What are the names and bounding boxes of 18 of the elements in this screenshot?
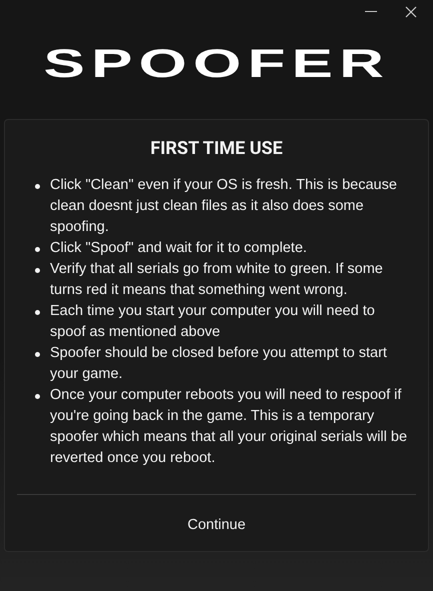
instruction-text: Once your computer reboots you will need to respoof if you're going back in the game. This is a temporary spoofer which means that all your original serials will be reverted once you reboot. <box>50 386 408 468</box>
close-icon <box>405 6 417 18</box>
bullet-icon <box>35 184 40 189</box>
bullet-icon <box>35 268 40 273</box>
close-button[interactable] <box>403 4 419 20</box>
instruction-text: Each time you start your computer you will need to spoof as mentioned above <box>50 302 376 342</box>
continue-button[interactable]: Continue <box>179 515 254 535</box>
bullet-icon <box>35 247 40 252</box>
minimize-icon <box>365 11 377 13</box>
app-logo: SPOOFER <box>43 46 390 82</box>
bullet-icon <box>35 310 40 315</box>
bullet-icon <box>35 352 40 357</box>
bullet-icon <box>35 394 40 399</box>
instruction-text: Spoofer should be closed before you attempt to start your game. <box>50 344 388 384</box>
dialog-title: FIRST TIME USE <box>149 138 284 159</box>
instruction-text: Click "Spoof" and wait for it to complete. <box>50 239 307 258</box>
instruction-text: Verify that all serials go from white to green. If some turns red it means that something went wrong. <box>50 260 384 300</box>
instruction-text: Click "Clean" even if your OS is fresh. This is because clean doesnt just clean files as it also does some spoofing. <box>50 176 398 237</box>
